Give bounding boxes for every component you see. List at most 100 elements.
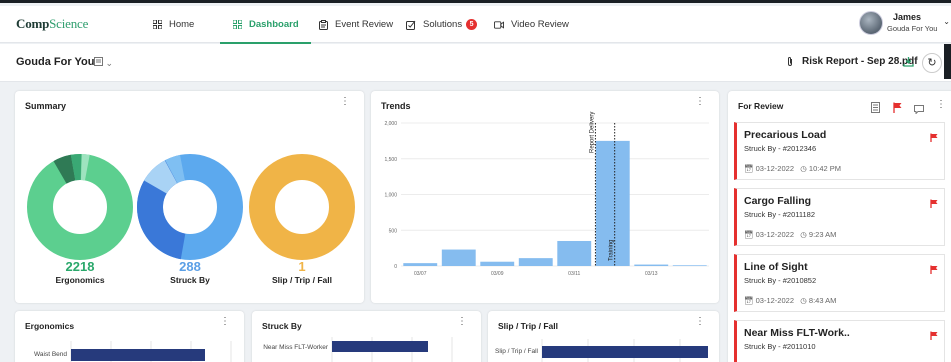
video-camera-icon: [494, 20, 504, 30]
clipboard-icon: [318, 19, 328, 30]
review-item[interactable]: Line of Sight Struck By - #2010852 📅︎ 03-1…: [734, 254, 945, 312]
ergonomics-donut: [27, 154, 133, 260]
nav-home[interactable]: Home: [152, 6, 194, 43]
slip-card: Slip / Trip / Fall ⋮ Slip / Trip / Fall: [488, 311, 719, 362]
review-item-datetime: 📅︎ 03-12-2022 ◷ 10:42 PM: [744, 164, 841, 173]
struck-by-card: Struck By ⋮ Near Miss FLT-Worker: [252, 311, 481, 362]
calendar-icon: 📅︎: [744, 230, 754, 239]
comment-icon[interactable]: [914, 101, 924, 119]
trend-bar[interactable]: [672, 265, 707, 266]
review-item-subtitle: Struck By - #2011010: [744, 342, 816, 351]
flag-icon[interactable]: [930, 327, 938, 345]
slip-label: Slip / Trip / Fall: [272, 275, 332, 285]
nav-solutions[interactable]: Solutions 5: [406, 6, 478, 43]
brand-logo[interactable]: CompScience: [16, 16, 88, 32]
review-item-datetime: 📅︎ 03-12-2022 ◷ 9:23 AM: [744, 230, 836, 239]
review-item[interactable]: Precarious Load Struck By - #2012346 📅︎ 03…: [734, 122, 945, 180]
review-menu-icon[interactable]: ⋮: [936, 100, 946, 110]
list-icon: [94, 57, 103, 66]
review-item-time: 9:23 AM: [808, 230, 837, 239]
slip-stat: 1 Slip / Trip / Fall: [247, 259, 357, 285]
slip-trip-fall-donut: [249, 154, 355, 260]
review-item-datetime: 📅︎ 03-12-2022 ◷ 8:43 AM: [744, 296, 836, 305]
review-item-title: Near Miss FLT-Work..: [744, 327, 850, 339]
trend-bar[interactable]: [403, 263, 438, 266]
struck-by-donut: [137, 154, 243, 260]
trend-bar[interactable]: [480, 261, 515, 266]
user-menu[interactable]: James Gouda For You ⌄: [859, 9, 951, 39]
dashboard-icon: [232, 20, 242, 30]
edge-strip: [944, 44, 951, 79]
ergonomics-label: Ergonomics: [55, 275, 105, 285]
flag-icon[interactable]: [930, 129, 938, 147]
download-icon[interactable]: [903, 56, 914, 70]
x-tick-label: 03/09: [491, 271, 504, 277]
flag-filter-icon[interactable]: [893, 100, 902, 118]
review-item-date: 03-12-2022: [755, 164, 794, 173]
struck-by-stat: 288 Struck By: [135, 259, 245, 285]
review-item-subtitle: Struck By - #2012346: [744, 144, 817, 153]
calendar-icon: 📅︎: [744, 164, 754, 173]
list-view-icon[interactable]: [871, 100, 880, 118]
x-tick-label: 03/11: [568, 271, 580, 277]
page-title: Gouda For You: [16, 56, 95, 68]
refresh-button[interactable]: ↻: [922, 53, 942, 73]
struck-by-label: Struck By: [170, 275, 210, 285]
summary-card: Summary ⋮ 2218 Ergonomics 288 Struck By …: [15, 91, 364, 303]
page-switch-dropdown[interactable]: ⌄: [94, 57, 113, 69]
nav-dashboard[interactable]: Dashboard: [220, 6, 311, 44]
nav-video-review-label: Video Review: [511, 19, 569, 30]
flag-icon[interactable]: [930, 261, 938, 279]
trend-bar[interactable]: [441, 249, 476, 266]
nav-video-review[interactable]: Video Review: [494, 6, 569, 43]
ergonomics-count: 2218: [65, 259, 95, 274]
review-item-title: Precarious Load: [744, 129, 827, 141]
top-nav: CompScience Home Dashboard Event Review …: [0, 6, 951, 44]
clock-icon: ◷: [800, 164, 807, 173]
user-org: Gouda For You: [887, 24, 938, 33]
review-item[interactable]: Near Miss FLT-Work.. Struck By - #2011010…: [734, 320, 945, 362]
trend-bar[interactable]: [634, 264, 669, 266]
trends-chart: 2,000 1,500 1,000 500 0 03/07 03/09 03/11 03/13 R…: [384, 112, 709, 277]
chevron-down-icon: ⌄: [105, 58, 114, 68]
x-tick-label: 03/13: [645, 271, 658, 277]
solutions-count-badge: 5: [466, 19, 478, 30]
y-tick-label: 2,000: [384, 121, 397, 127]
clock-icon: ◷: [800, 230, 807, 239]
slip-bar-chart: [541, 339, 708, 362]
struck-by-bar-chart: [331, 337, 453, 362]
refresh-icon: ↻: [927, 57, 937, 69]
user-name: James: [893, 12, 922, 22]
avatar: [859, 11, 883, 35]
nav-event-review[interactable]: Event Review: [318, 6, 393, 43]
review-item-time: 10:42 PM: [808, 164, 842, 173]
ergonomics-stat: 2218 Ergonomics: [25, 259, 135, 285]
page-header: Gouda For You ⌄ Risk Report - Sep 28.pdf…: [0, 44, 951, 82]
review-item-time: 8:43 AM: [808, 296, 837, 305]
ergonomics-card: Ergonomics ⋮ Waist Bend: [15, 311, 244, 362]
trend-bar[interactable]: [518, 258, 553, 266]
review-item-date: 03-12-2022: [755, 296, 794, 305]
nav-dashboard-label: Dashboard: [249, 19, 299, 30]
risk-report-link[interactable]: Risk Report - Sep 28.pdf: [786, 56, 918, 67]
y-tick-label: 500: [389, 228, 398, 234]
paperclip-icon: [788, 57, 792, 66]
grid-icon: [152, 20, 162, 30]
review-item-subtitle: Struck By - #2010852: [744, 276, 817, 285]
flag-icon[interactable]: [930, 195, 938, 213]
calendar-icon: 📅︎: [744, 296, 754, 305]
y-tick-label: 1,000: [384, 193, 397, 199]
ergonomics-bar-chart: [70, 341, 232, 362]
trend-bar[interactable]: [557, 240, 592, 266]
trends-card: Trends ⋮ 2,000 1,500 1,000 500 0 03/07 03/09 03…: [371, 91, 719, 303]
review-item-subtitle: Struck By - #2011182: [744, 210, 816, 219]
chevron-down-icon: ⌄: [943, 17, 950, 26]
nav-solutions-label: Solutions: [423, 19, 463, 30]
checkbox-edit-icon: [406, 20, 416, 30]
review-item[interactable]: Cargo Falling Struck By - #2011182 📅︎ 03-1…: [734, 188, 945, 246]
review-item-title: Cargo Falling: [744, 195, 812, 207]
annotation-label: Training: [609, 240, 615, 261]
nav-home-label: Home: [169, 19, 195, 30]
y-tick-label: 0: [394, 264, 397, 270]
y-tick-label: 1,500: [384, 157, 397, 163]
